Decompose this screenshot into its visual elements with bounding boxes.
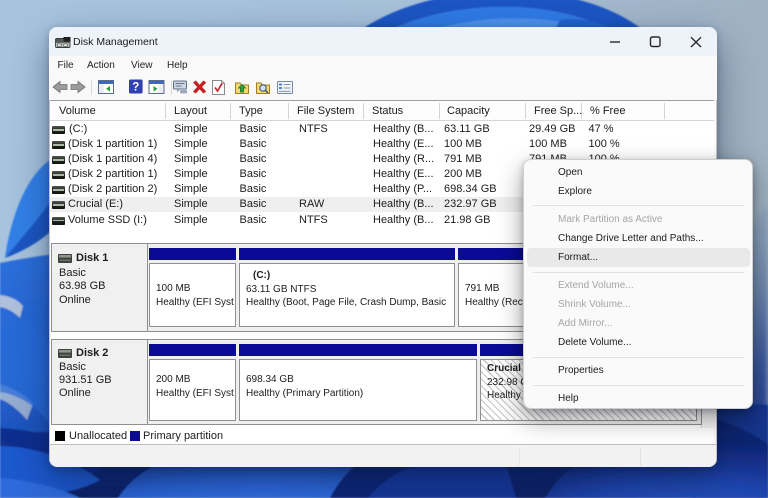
svg-text:?: ? bbox=[132, 82, 139, 94]
